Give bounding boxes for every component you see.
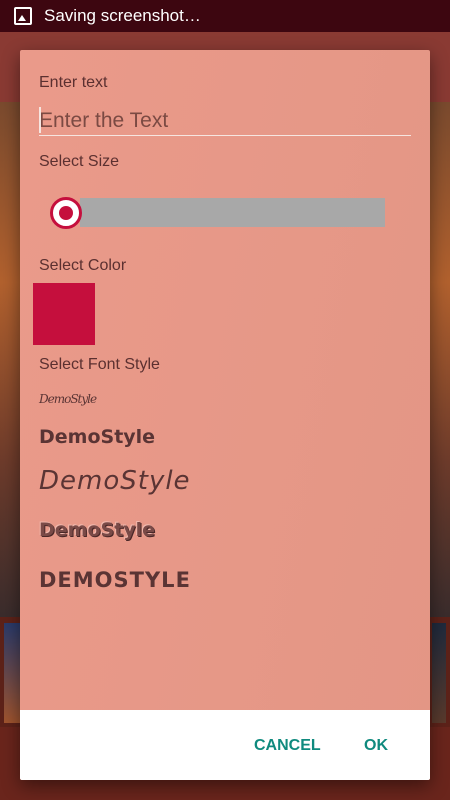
ok-button[interactable]: OK [364,737,388,755]
size-slider-thumb[interactable] [50,197,82,229]
image-icon [14,7,32,25]
status-text: Saving screenshot… [44,6,201,25]
font-style-option[interactable]: DEMOSTYLE [39,568,191,592]
text-input[interactable] [39,107,411,136]
size-slider-track[interactable] [80,198,385,227]
text-cursor [39,107,41,133]
font-style-option[interactable]: DemoStyle [39,426,155,448]
select-size-label: Select Size [39,153,120,170]
enter-text-label: Enter text [39,74,108,91]
color-swatch[interactable] [33,283,95,345]
status-bar: Saving screenshot… [0,0,450,32]
background-thumbnail [432,623,446,723]
font-style-option[interactable]: DemoStyle [39,466,191,496]
dialog-actions: CANCEL OK [20,710,430,780]
cancel-button[interactable]: CANCEL [254,737,321,755]
select-color-label: Select Color [39,257,127,274]
select-font-style-label: Select Font Style [39,356,160,373]
add-text-dialog: Enter text Select Size Select Color Sele… [20,50,430,780]
font-style-option[interactable]: DemoStyle [39,519,155,541]
font-style-option[interactable]: DemoStyle [39,392,97,406]
